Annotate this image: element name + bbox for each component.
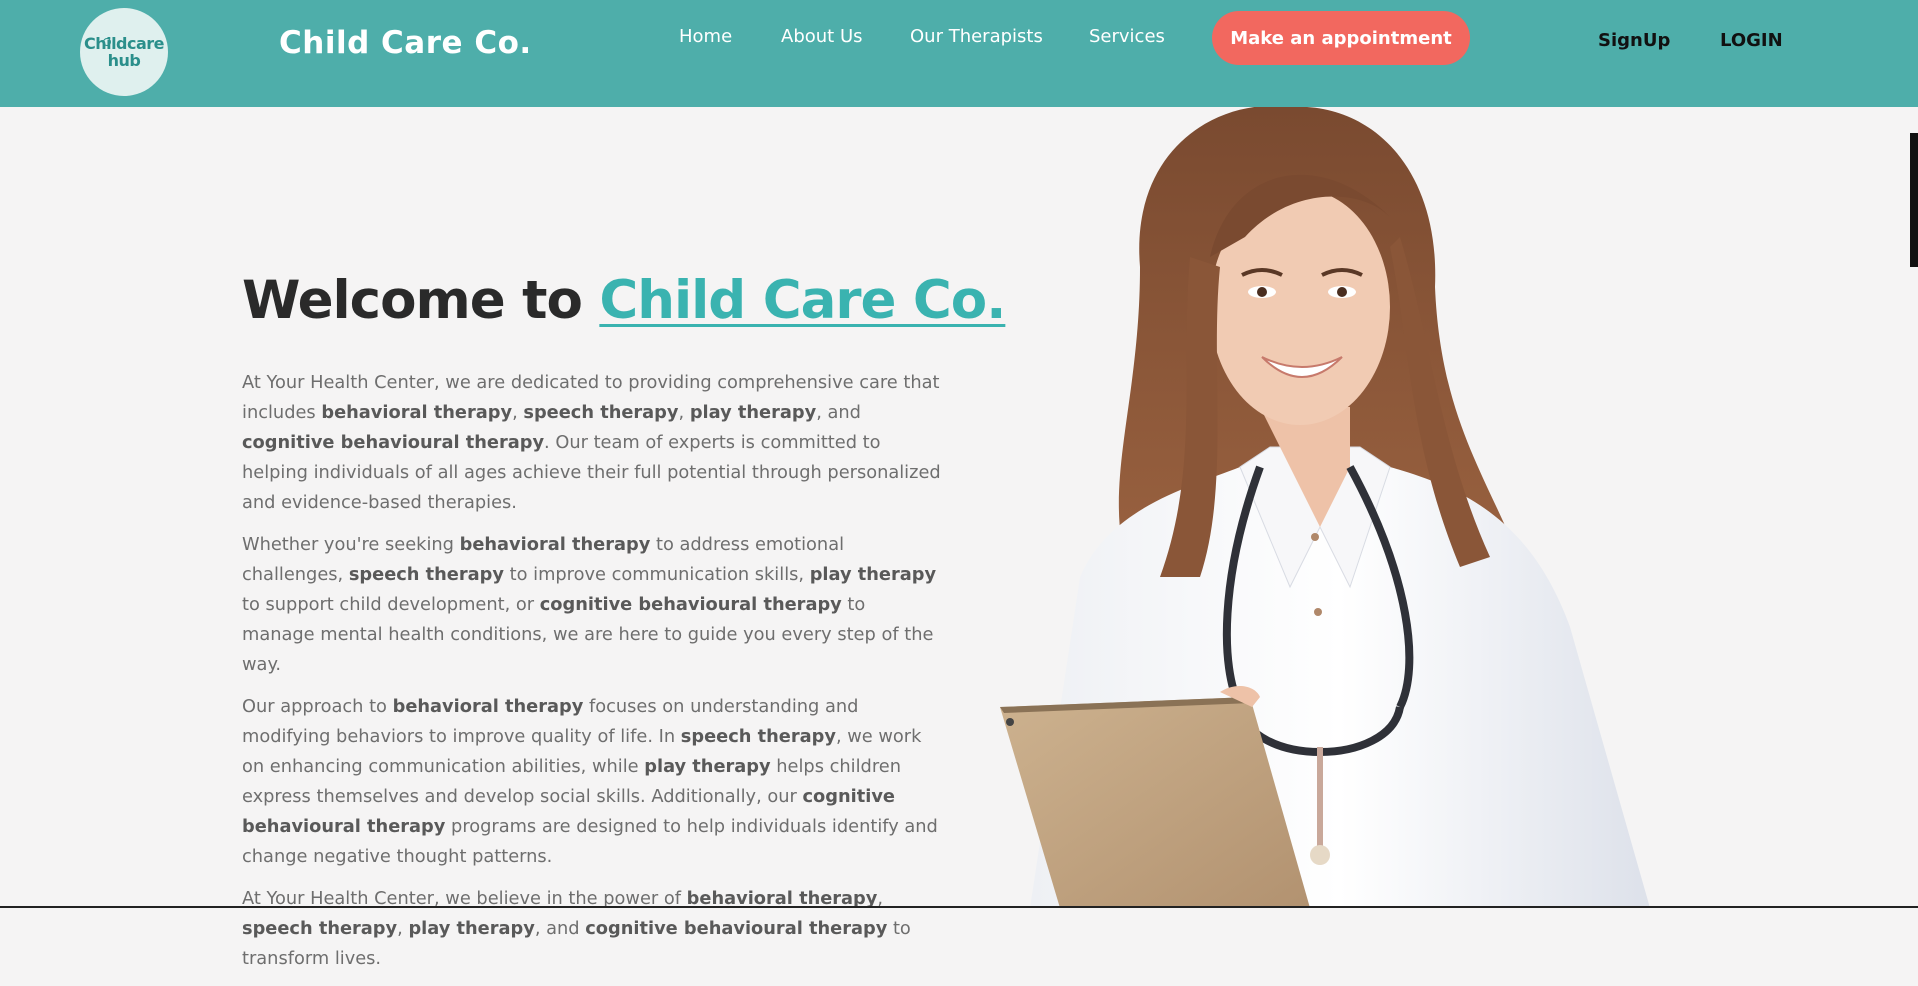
emphasized-term: speech therapy bbox=[523, 402, 679, 423]
emphasized-term: cognitive behavioural therapy bbox=[585, 918, 888, 939]
emphasized-term: behavioral therapy bbox=[321, 402, 513, 423]
paragraph-text: Whether you're seeking bbox=[242, 534, 460, 555]
emphasized-term: play therapy bbox=[408, 918, 535, 939]
login-link[interactable]: LOGIN bbox=[1720, 30, 1783, 51]
hero-paragraph: At Your Health Center, we believe in the… bbox=[242, 884, 942, 974]
hero-paragraph: Whether you're seeking behavioral therap… bbox=[242, 530, 942, 680]
emphasized-term: cognitive behavioural therapy bbox=[242, 432, 545, 453]
hero-paragraph: Our approach to behavioral therapy focus… bbox=[242, 692, 942, 872]
nav-services[interactable]: Services bbox=[1089, 26, 1165, 47]
site-header: Childcare hub Child Care Co. Home About … bbox=[0, 0, 1918, 107]
hero-paragraph: At Your Health Center, we are dedicated … bbox=[242, 368, 942, 518]
emphasized-term: play therapy bbox=[809, 564, 937, 585]
hero-title-prefix: Welcome to bbox=[242, 270, 600, 331]
logo-text-line2: hub bbox=[107, 51, 141, 70]
paragraph-text: Our approach to bbox=[242, 696, 393, 717]
childcare-hub-logo[interactable]: Childcare hub bbox=[80, 8, 168, 96]
therapist-illustration bbox=[1000, 107, 1650, 908]
scrollbar-thumb[interactable] bbox=[1910, 133, 1918, 267]
paragraph-text: , and bbox=[816, 402, 861, 423]
paragraph-text: , bbox=[397, 918, 409, 939]
hero-body-copy: At Your Health Center, we are dedicated … bbox=[242, 368, 942, 986]
emphasized-term: speech therapy bbox=[242, 918, 398, 939]
nav-about-us[interactable]: About Us bbox=[781, 26, 863, 47]
logo-mark-icon bbox=[103, 38, 111, 46]
brand-name[interactable]: Child Care Co. bbox=[279, 25, 532, 61]
emphasized-term: behavioral therapy bbox=[392, 696, 584, 717]
emphasized-term: cognitive behavioural therapy bbox=[539, 594, 842, 615]
paragraph-text: , and bbox=[534, 918, 586, 939]
therapist-photo bbox=[990, 107, 1680, 908]
hero-title: Welcome to Child Care Co. bbox=[242, 270, 1006, 331]
hero-title-brand-link[interactable]: Child Care Co. bbox=[599, 270, 1006, 331]
logo-text-line1: Childcare bbox=[83, 34, 165, 53]
paragraph-text: to support child development, or bbox=[242, 594, 540, 615]
emphasized-term: speech therapy bbox=[680, 726, 836, 747]
paragraph-text: , bbox=[678, 402, 690, 423]
signup-link[interactable]: SignUp bbox=[1598, 30, 1670, 51]
nav-our-therapists[interactable]: Our Therapists bbox=[910, 26, 1043, 47]
paragraph-text: , bbox=[512, 402, 524, 423]
nav-home[interactable]: Home bbox=[679, 26, 732, 47]
emphasized-term: behavioral therapy bbox=[459, 534, 651, 555]
emphasized-term: speech therapy bbox=[348, 564, 504, 585]
emphasized-term: play therapy bbox=[689, 402, 817, 423]
emphasized-term: play therapy bbox=[644, 756, 771, 777]
make-appointment-button[interactable]: Make an appointment bbox=[1212, 11, 1470, 65]
paragraph-text: to improve communication skills, bbox=[503, 564, 810, 585]
